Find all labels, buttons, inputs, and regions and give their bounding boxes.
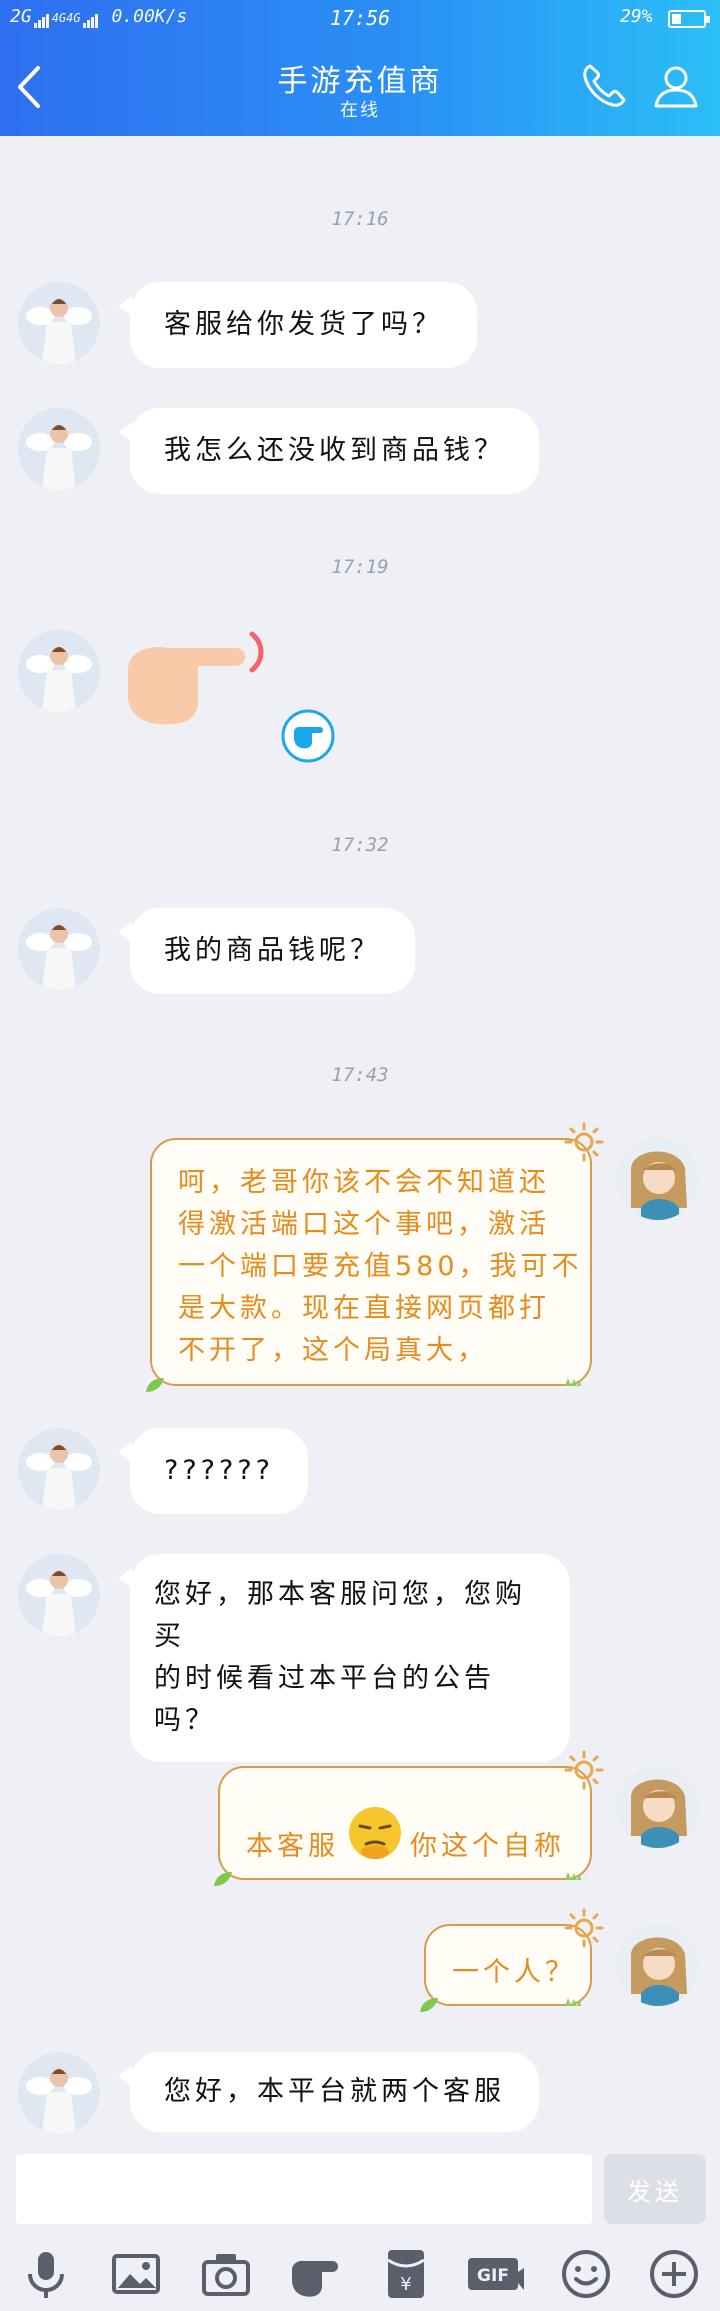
message-bubble-self[interactable]: 一个人？ xyxy=(420,1908,604,2012)
message-bubble[interactable]: ?????? xyxy=(118,1428,308,1514)
phone-icon xyxy=(583,64,626,107)
signal-bars-2-icon xyxy=(82,7,99,28)
contact-avatar[interactable] xyxy=(18,2052,100,2134)
contact-avatar[interactable] xyxy=(18,408,100,490)
message-bubble-self[interactable]: 呵，老哥你该不会不知道还 得激活端口这个事吧，激活 一个端口要充值580，我可不… xyxy=(146,1122,604,1392)
poke-reply-button[interactable] xyxy=(280,708,336,764)
status-time: 17:56 xyxy=(330,6,391,30)
network-indicators: 2G 4G4G 0.00K/s xyxy=(10,6,187,28)
voice-button[interactable] xyxy=(18,2246,74,2302)
message-text: 本客服 xyxy=(246,1831,339,1862)
contact-avatar[interactable] xyxy=(18,630,100,712)
send-button[interactable]: 发送 xyxy=(604,2154,706,2224)
pointing-hand-sticker[interactable] xyxy=(118,630,268,730)
battery-icon xyxy=(668,10,710,28)
status-bar: 2G 4G4G 0.00K/s 17:56 29% xyxy=(0,0,720,36)
network-4g-label: 4G4G xyxy=(51,11,81,25)
emoji-icon xyxy=(562,2250,610,2298)
contact-avatar[interactable] xyxy=(18,1554,100,1636)
leaf-decoration-icon xyxy=(420,1998,438,2012)
message-text: 一个人？ xyxy=(452,1957,576,1988)
message-text: 呵，老哥你该不会不知道还 得激活端口这个事吧，激活 一个端口要充值580，我可不… xyxy=(178,1162,583,1372)
call-button[interactable] xyxy=(578,60,630,112)
message-line: 您好，那本客服问您，您购买 xyxy=(154,1579,526,1652)
smug-face-emoji xyxy=(349,1807,401,1859)
message-line: 得激活端口这个事吧，激活 xyxy=(178,1209,550,1240)
message-bubble[interactable]: 我的商品钱呢？ xyxy=(118,908,415,994)
sun-decoration-icon xyxy=(564,1750,604,1790)
message-line: 一个端口要充值580，我可不 xyxy=(178,1251,583,1282)
red-packet-button[interactable]: ¥ xyxy=(378,2246,434,2302)
grass-decoration-icon xyxy=(565,1872,581,1880)
poke-hand-icon xyxy=(292,2260,338,2297)
message-bubble[interactable]: 我怎么还没收到商品钱？ xyxy=(118,408,539,494)
input-toolbar: ¥ GIF xyxy=(0,2240,720,2310)
image-icon xyxy=(112,2254,160,2294)
camera-button[interactable] xyxy=(198,2246,254,2302)
message-line: 不开了，这个局真大， xyxy=(178,1335,488,1366)
contact-avatar[interactable] xyxy=(18,1428,100,1510)
profile-button[interactable] xyxy=(650,60,702,112)
poke-button[interactable] xyxy=(288,2246,344,2302)
gif-icon: GIF xyxy=(468,2258,524,2290)
network-2g-label: 2G xyxy=(10,6,32,27)
poke-icon xyxy=(281,709,335,763)
grass-decoration-icon xyxy=(565,1998,581,2006)
message-timestamp: 17:16 xyxy=(331,208,389,230)
leaf-decoration-icon xyxy=(146,1378,164,1392)
sun-decoration-icon xyxy=(564,1122,604,1162)
svg-text:GIF: GIF xyxy=(477,2266,509,2286)
self-avatar[interactable] xyxy=(617,1766,699,1848)
message-timestamp: 17:32 xyxy=(331,834,389,856)
leaf-decoration-icon xyxy=(214,1872,232,1886)
image-button[interactable] xyxy=(108,2246,164,2302)
svg-text:¥: ¥ xyxy=(400,2274,411,2295)
contact-avatar[interactable] xyxy=(18,908,100,990)
self-avatar[interactable] xyxy=(617,1138,699,1220)
self-avatar[interactable] xyxy=(617,1924,699,2006)
message-timestamp: 17:43 xyxy=(331,1064,389,1086)
message-line: 的时候看过本平台的公告 xyxy=(154,1663,495,1694)
message-line: 吗？ xyxy=(154,1705,216,1736)
input-area: 发送 ¥ GIF xyxy=(0,2140,720,2311)
microphone-icon xyxy=(28,2252,64,2298)
sun-decoration-icon xyxy=(564,1908,604,1948)
red-packet-icon: ¥ xyxy=(387,2250,425,2298)
person-icon xyxy=(654,66,698,108)
emoji-button[interactable] xyxy=(558,2246,614,2302)
camera-icon xyxy=(202,2254,250,2296)
message-bubble-self[interactable]: 本客服 你这个自称 xyxy=(214,1750,604,1886)
chat-header: 2G 4G4G 0.00K/s 17:56 29% 手游充值商 在线 xyxy=(0,0,720,136)
message-text: 你这个自称 xyxy=(410,1831,565,1862)
signal-bars-icon xyxy=(33,7,50,28)
message-bubble[interactable]: 客服给你发货了吗？ xyxy=(118,282,477,368)
gif-button[interactable]: GIF xyxy=(464,2246,526,2302)
message-bubble[interactable]: 您好，本平台就两个客服 xyxy=(118,2052,539,2132)
message-input[interactable] xyxy=(16,2154,592,2224)
message-bubble[interactable]: 您好，那本客服问您，您购买 的时候看过本平台的公告 吗？ xyxy=(118,1554,570,1762)
contact-avatar[interactable] xyxy=(18,282,100,364)
message-line: 是大款。现在直接网页都打 xyxy=(178,1293,550,1324)
message-timestamp: 17:19 xyxy=(331,556,389,578)
message-line: 呵，老哥你该不会不知道还 xyxy=(178,1167,550,1198)
grass-decoration-icon xyxy=(565,1378,581,1386)
plus-icon xyxy=(650,2250,698,2298)
network-speed: 0.00K/s xyxy=(111,6,188,27)
more-button[interactable] xyxy=(646,2246,702,2302)
battery-percent: 29% xyxy=(620,6,653,27)
